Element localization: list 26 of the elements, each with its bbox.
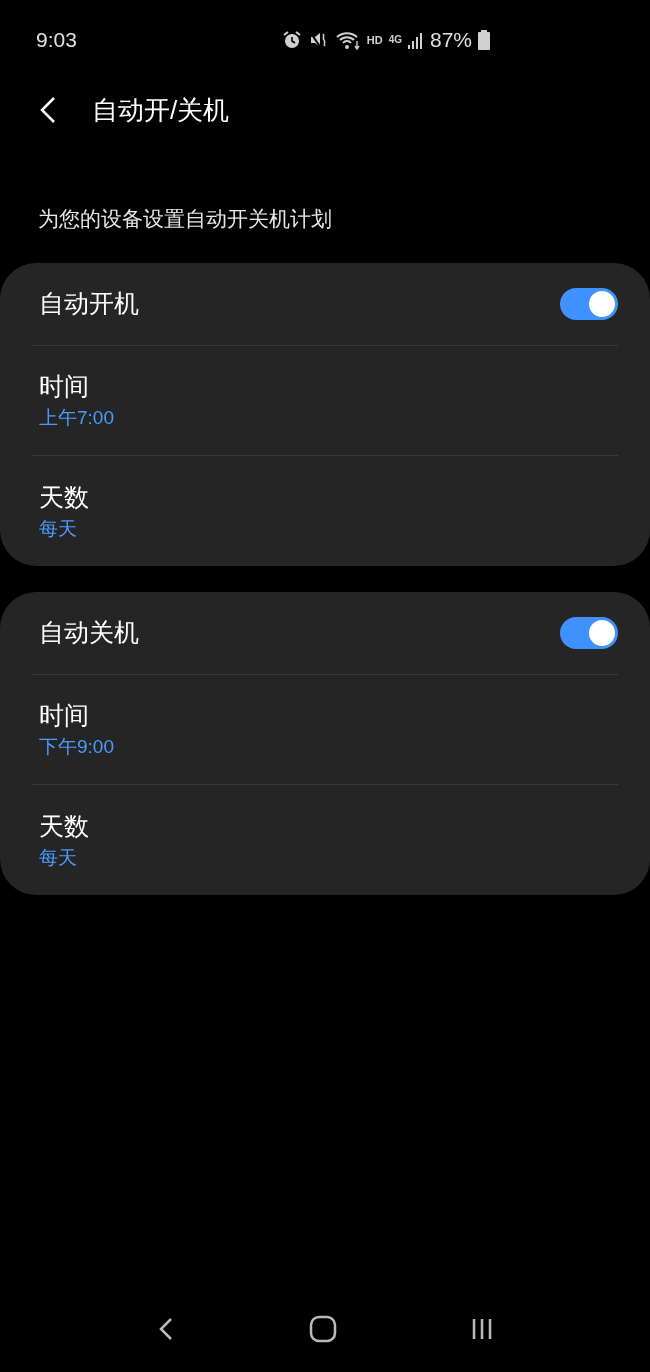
setting-title: 自动关机: [38, 616, 139, 648]
setting-label: 天数: [39, 810, 90, 842]
toggle-switch[interactable]: [560, 616, 618, 649]
setting-title: 自动开机: [38, 287, 139, 319]
setting-row[interactable]: 天数 每天: [32, 455, 618, 566]
toggle-switch[interactable]: [560, 287, 618, 320]
wifi-icon: [334, 29, 361, 51]
setting-label: 时间: [39, 371, 90, 402]
setting-label: 时间: [39, 700, 90, 731]
setting-value: 上午7:00: [39, 406, 115, 430]
page-title: 自动开/关机: [92, 93, 230, 127]
setting-row[interactable]: 时间 上午7:00: [32, 345, 618, 456]
setting-value: 每天: [39, 516, 78, 541]
setting-row[interactable]: 天数 每天: [32, 784, 618, 895]
battery-percentage: 87%: [429, 27, 472, 54]
network-label: HD: [366, 32, 383, 48]
setting-label: 天数: [39, 481, 90, 513]
network-label: 4G: [388, 35, 402, 45]
battery-icon: [478, 30, 490, 50]
setting-row[interactable]: 时间 下午9:00: [32, 674, 618, 785]
setting-value: 下午9:00: [39, 735, 115, 759]
clock-time: 9:03: [36, 27, 77, 54]
signal-icon: [407, 31, 424, 49]
home-icon[interactable]: [308, 1314, 338, 1344]
setting-value: 每天: [39, 845, 78, 870]
description-text: 为您的设备设置自动开关机计划: [38, 207, 332, 230]
